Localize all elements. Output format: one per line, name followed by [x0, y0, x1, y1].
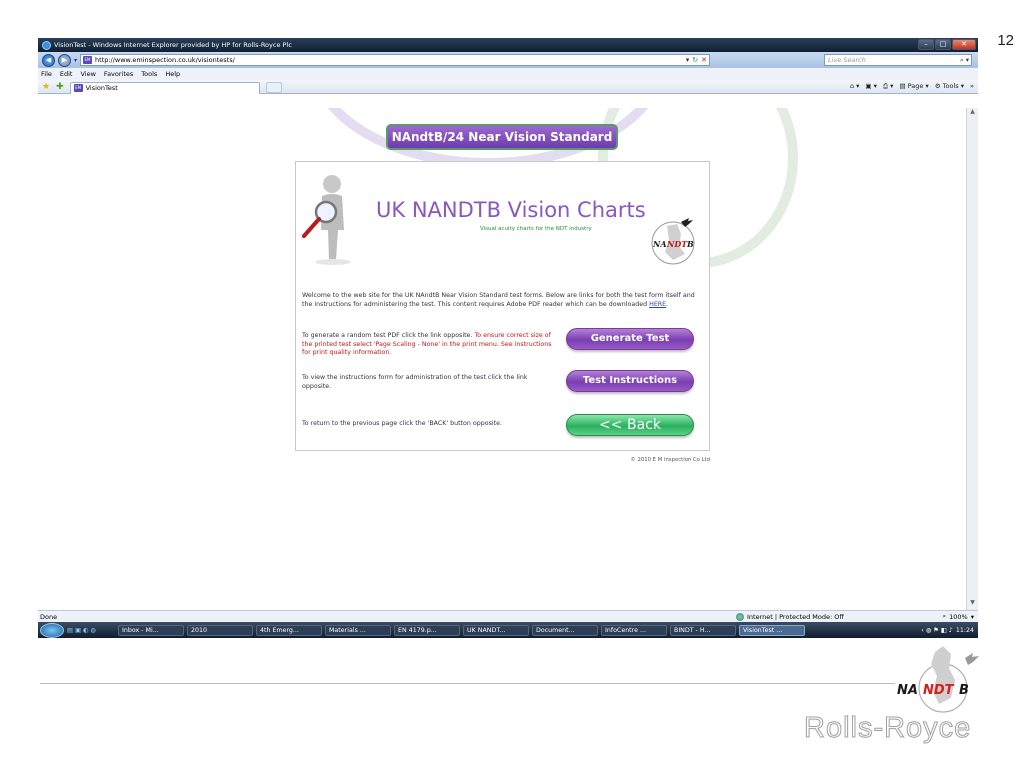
status-bar: Done Internet | Protected Mode: Off ⌕ 10…	[38, 610, 978, 622]
close-button[interactable]: ✕	[952, 39, 976, 50]
menu-view[interactable]: View	[80, 70, 95, 78]
security-zone[interactable]: Internet | Protected Mode: Off	[736, 611, 844, 622]
dropdown-icon[interactable]: ▾	[686, 56, 690, 64]
windows-taskbar: ▤ ▣ ◐ ◍ Inbox - Mi... 2010 4th Emerg... …	[38, 622, 978, 638]
stop-icon[interactable]: ✕	[701, 56, 707, 64]
footer-logo-na: NA	[897, 683, 918, 698]
taskbar-item[interactable]: Inbox - Mi...	[118, 624, 184, 636]
tab-visiontest[interactable]: EM VisionTest	[69, 81, 260, 94]
chevron-more-icon[interactable]: »	[970, 82, 974, 91]
taskbar-item[interactable]: 2010	[187, 624, 253, 636]
favorites-bar: ★ ✚ EM VisionTest ⌂ ▾ ▣ ▾ ⎙ ▾ ▤ Page ▾ ⚙…	[38, 80, 978, 94]
download-pdf-link[interactable]: HERE	[649, 301, 666, 308]
menu-tools[interactable]: Tools	[141, 70, 157, 78]
intro-text: Welcome to the web site for the UK NAndt…	[302, 292, 695, 308]
page-menu-label: Page	[907, 82, 924, 90]
tab-favicon-icon: EM	[73, 84, 83, 92]
ie-logo-icon	[42, 40, 51, 50]
page-title: UK NANDTB Vision Charts	[376, 198, 646, 222]
taskbar-item[interactable]: 4th Emerg...	[256, 624, 322, 636]
add-favorite-icon[interactable]: ✚	[56, 82, 64, 92]
zoom-control[interactable]: ⌕ 100% ▾	[943, 611, 975, 622]
maximize-button[interactable]: □	[935, 39, 951, 50]
search-input[interactable]: Live Search ⌕ ▾	[824, 54, 972, 66]
footer-nandtb-logo-icon: NA NDT B	[897, 646, 979, 713]
generate-test-button[interactable]: Generate Test	[566, 328, 694, 350]
clock: 11:24	[955, 626, 974, 634]
scroll-down-icon[interactable]: ▼	[967, 599, 978, 610]
menu-edit[interactable]: Edit	[60, 70, 73, 78]
footer-logo-b: B	[959, 683, 969, 698]
footer-divider	[40, 683, 895, 684]
menu-favorites[interactable]: Favorites	[104, 70, 133, 78]
logo-text-ndt: NDT	[666, 239, 688, 249]
test-instructions-text: To view the instructions form for admini…	[302, 374, 528, 390]
logo-text-na: NA	[652, 239, 667, 249]
site-favicon-icon: EM	[83, 56, 93, 64]
taskbar-item[interactable]: Document...	[532, 624, 598, 636]
back-instructions-text: To return to the previous page click the…	[302, 420, 502, 427]
intro-body: Welcome to the web site for the UK NAndt…	[302, 292, 695, 308]
new-tab-button[interactable]	[265, 82, 282, 93]
tray-icons[interactable]: ‹ ◍ ⚑ ◧ ♪	[921, 627, 953, 634]
slide-page-number: 12	[997, 32, 1014, 49]
zoom-level: 100%	[949, 612, 968, 621]
status-text: Done	[40, 612, 58, 621]
zone-label: Internet | Protected Mode: Off	[747, 612, 844, 621]
vertical-scrollbar[interactable]: ▲ ▼	[966, 108, 978, 610]
feeds-icon[interactable]: ▣ ▾	[865, 82, 876, 91]
web-page-content: NAndtB/24 Near Vision Standard UK NANDTB…	[38, 108, 966, 610]
scroll-up-icon[interactable]: ▲	[967, 108, 978, 119]
forward-nav-button[interactable]: ▶	[58, 53, 71, 67]
page-menu[interactable]: ▤ Page ▾	[899, 82, 928, 91]
generate-instructions-text: To generate a random test PDF click the …	[302, 332, 557, 358]
window-titlebar: VisionTest - Windows Internet Explorer p…	[38, 38, 978, 52]
copyright-text: © 2010 E M Inspection Co Ltd	[630, 457, 710, 463]
tools-menu-label: Tools	[942, 82, 959, 90]
zoom-icon: ⌕	[942, 612, 947, 620]
magnifier-figure-icon	[302, 175, 351, 265]
rolls-royce-brand: Rolls-Royce	[803, 712, 972, 745]
logo-text-b: B	[686, 239, 694, 249]
search-icon[interactable]: ⌕ ▾	[960, 55, 969, 65]
tools-menu[interactable]: ⚙ Tools ▾	[935, 82, 964, 91]
quicklaunch-icons[interactable]: ▤ ▣ ◐ ◍	[67, 627, 115, 634]
zoom-dropdown-icon[interactable]: ▾	[971, 613, 974, 621]
test-instructions-button[interactable]: Test Instructions	[566, 370, 694, 392]
menu-help[interactable]: Help	[165, 70, 180, 78]
internet-globe-icon	[736, 612, 744, 621]
footer-logo-ndt: NDT	[923, 683, 955, 698]
url-text: http://www.eminspection.co.uk/visiontest…	[95, 56, 235, 64]
taskbar-item[interactable]: Materials ...	[325, 624, 391, 636]
footer-airplane-icon	[965, 653, 979, 665]
window-title: VisionTest - Windows Internet Explorer p…	[54, 41, 292, 49]
browser-screenshot: VisionTest - Windows Internet Explorer p…	[38, 38, 978, 622]
favorites-star-icon[interactable]: ★	[42, 82, 50, 92]
nandtb-logo-icon: NA NDT B	[651, 218, 695, 265]
tab-label: VisionTest	[85, 84, 118, 92]
start-orb-icon[interactable]	[40, 622, 64, 638]
taskbar-item[interactable]: EN 4179.p...	[394, 624, 460, 636]
system-tray: ‹ ◍ ⚑ ◧ ♪ 11:24	[921, 627, 978, 634]
address-bar: ◀ ▶ ▾ EM http://www.eminspection.co.uk/v…	[38, 52, 978, 68]
home-icon[interactable]: ⌂ ▾	[850, 82, 859, 91]
print-icon[interactable]: ⎙ ▾	[883, 82, 894, 91]
taskbar-item[interactable]: InfoCentre ...	[601, 624, 667, 636]
back-nav-button[interactable]: ◀	[42, 53, 55, 67]
generate-lead-text: To generate a random test PDF click the …	[302, 332, 475, 339]
url-field[interactable]: EM http://www.eminspection.co.uk/visiont…	[80, 54, 711, 66]
search-placeholder: Live Search	[828, 56, 866, 64]
taskbar-item[interactable]: BINDT - H...	[670, 624, 736, 636]
taskbar-item-active[interactable]: VisionTest ...	[739, 624, 805, 636]
menu-file[interactable]: File	[41, 70, 52, 78]
taskbar-item[interactable]: UK NANDT...	[463, 624, 529, 636]
refresh-icon[interactable]: ↻	[692, 56, 698, 64]
page-subtitle: Visual acuity charts for the NDT industr…	[480, 226, 592, 232]
header-banner: NAndtB/24 Near Vision Standard	[386, 124, 618, 150]
recent-pages-icon[interactable]: ▾	[74, 57, 77, 64]
menu-bar: File Edit View Favorites Tools Help	[38, 68, 978, 80]
minimize-button[interactable]: –	[918, 39, 934, 50]
main-panel: UK NANDTB Vision Charts Visual acuity ch…	[295, 161, 710, 451]
back-button[interactable]: << Back	[566, 414, 694, 436]
